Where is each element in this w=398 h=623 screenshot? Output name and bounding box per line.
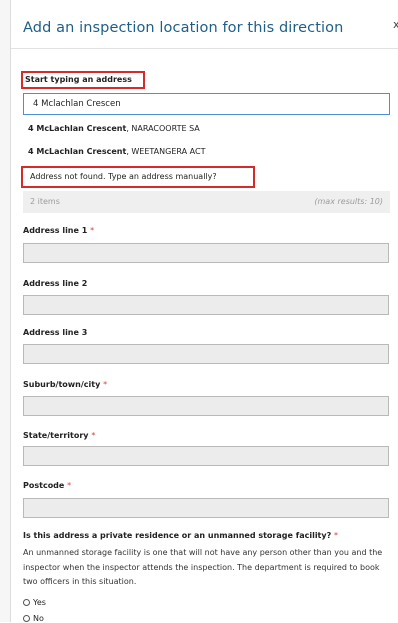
residence-question: Is this address a private residence or a… [23,531,338,540]
address-line-2-input[interactable] [23,295,389,315]
radio-yes-label: Yes [33,598,46,607]
state-label: State/territory * [23,431,95,440]
address-line-3-label: Address line 3 [23,328,88,337]
suggestion-locality: , NARACOORTE SA [126,124,200,133]
required-marker: * [90,226,95,235]
radio-circle-icon [23,599,30,606]
address-search-label: Start typing an address [25,75,132,84]
max-results: (max results: 10) [314,197,383,206]
state-label-text: State/territory [23,431,89,440]
address-line-2-label: Address line 2 [23,279,88,288]
required-marker: * [334,531,339,540]
radio-yes[interactable]: Yes [23,598,46,607]
results-count-bar: 2 items (max results: 10) [23,191,390,213]
address-line-1-label: Address line 1 * [23,226,94,235]
residence-question-text: Is this address a private residence or a… [23,531,332,540]
suggestion-street: 4 McLachlan Crescent [28,124,127,133]
radio-circle-icon [23,615,30,622]
header-divider [11,48,398,49]
suburb-label: Suburb/town/city * [23,380,107,389]
postcode-label: Postcode * [23,481,71,490]
close-icon[interactable]: x [393,18,398,31]
background-page-edge [0,0,11,622]
address-line-1-input[interactable] [23,243,389,263]
suggestion-item[interactable]: 4 McLachlan Crescent, NARACOORTE SA [28,124,200,133]
results-count: 2 items [30,197,60,206]
residence-help-text: An unmanned storage facility is one that… [23,548,383,586]
dialog-title: Add an inspection location for this dire… [23,20,344,36]
add-inspection-location-dialog: Add an inspection location for this dire… [11,0,398,623]
suburb-input[interactable] [23,396,389,416]
postcode-label-text: Postcode [23,481,65,490]
suggestion-locality: , WEETANGERA ACT [126,147,206,156]
address-line-3-input[interactable] [23,344,389,364]
address-line-1-label-text: Address line 1 [23,226,88,235]
suggestion-item[interactable]: 4 McLachlan Crescent, WEETANGERA ACT [28,147,205,156]
address-search-input[interactable]: 4 Mclachlan Crescen [23,93,390,115]
suburb-label-text: Suburb/town/city [23,380,101,389]
postcode-input[interactable] [23,498,389,518]
required-marker: * [103,380,108,389]
manual-address-link[interactable]: Address not found. Type an address manua… [23,168,253,186]
required-marker: * [67,481,72,490]
state-input[interactable] [23,446,389,466]
suggestion-street: 4 McLachlan Crescent [28,147,127,156]
required-marker: * [91,431,96,440]
